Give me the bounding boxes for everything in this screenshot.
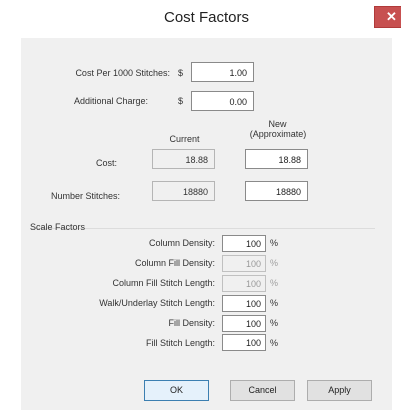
additional-charge-input[interactable]: 0.00	[191, 91, 254, 111]
column-fill-stitch-length-label: Column Fill Stitch Length:	[112, 278, 215, 288]
cost-label: Cost:	[95, 158, 117, 168]
additional-charge-currency: $	[178, 96, 184, 106]
column-density-input[interactable]: 100	[222, 235, 266, 252]
close-icon: ✕	[386, 9, 397, 24]
apply-button[interactable]: Apply	[307, 380, 372, 401]
column-density-label: Column Density:	[148, 238, 215, 248]
number-stitches-label: Number Stitches:	[50, 191, 120, 201]
new-column-subheader: (Approximate)	[249, 129, 307, 139]
close-button[interactable]: ✕	[374, 6, 401, 28]
cancel-button[interactable]: Cancel	[230, 380, 295, 401]
column-density-percent: %	[270, 238, 279, 248]
cost-per-1000-input[interactable]: 1.00	[191, 62, 254, 82]
cost-per-1000-currency: $	[178, 68, 184, 78]
column-fill-density-percent: %	[270, 258, 279, 268]
fill-density-input[interactable]: 100	[222, 315, 266, 332]
dialog-title: Cost Factors	[163, 9, 250, 26]
column-fill-density-input: 100	[222, 255, 266, 272]
new-column-header: New	[268, 119, 287, 129]
scale-factors-label: Scale Factors	[30, 222, 86, 232]
column-fill-stitch-length-percent: %	[270, 278, 279, 288]
fill-stitch-length-percent: %	[270, 338, 279, 348]
column-fill-density-label: Column Fill Density:	[134, 258, 215, 268]
fill-stitch-length-input[interactable]: 100	[222, 334, 266, 351]
walk-underlay-stitch-length-label: Walk/Underlay Stitch Length:	[99, 298, 215, 308]
column-fill-stitch-length-input: 100	[222, 275, 266, 292]
fill-stitch-length-label: Fill Stitch Length:	[145, 338, 215, 348]
stitches-current-value: 18880	[152, 181, 215, 201]
current-column-header: Current	[169, 134, 200, 144]
fill-density-percent: %	[270, 318, 279, 328]
cost-current-value: 18.88	[152, 149, 215, 169]
stitches-new-input[interactable]: 18880	[245, 181, 308, 201]
cost-new-input[interactable]: 18.88	[245, 149, 308, 169]
walk-underlay-stitch-length-input[interactable]: 100	[222, 295, 266, 312]
ok-button[interactable]: OK	[144, 380, 209, 401]
cost-factors-dialog: Cost Factors ✕ Cost Per 1000 Stitches: $…	[0, 0, 401, 410]
walk-underlay-stitch-length-percent: %	[270, 298, 279, 308]
cost-per-1000-label: Cost Per 1000 Stitches:	[75, 68, 170, 78]
additional-charge-label: Additional Charge:	[73, 96, 148, 106]
title-bar[interactable]: Cost Factors ✕	[21, 0, 401, 38]
fill-density-label: Fill Density:	[168, 318, 215, 328]
